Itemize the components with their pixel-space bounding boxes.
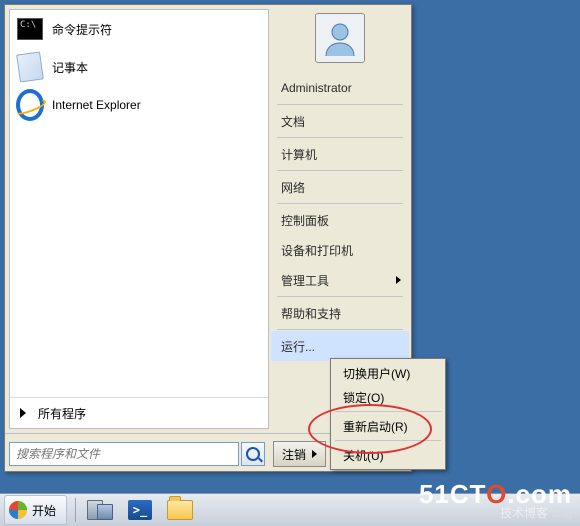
watermark: 51CTO.com 技术博客Blog xyxy=(419,481,572,520)
taskbar-explorer[interactable] xyxy=(160,496,200,524)
notepad-icon xyxy=(16,53,44,81)
menu-run[interactable]: 运行... xyxy=(271,331,409,361)
program-cmd[interactable]: 命令提示符 xyxy=(10,10,268,48)
all-programs-label: 所有程序 xyxy=(38,405,86,422)
program-ie[interactable]: Internet Explorer xyxy=(10,86,268,124)
menu-devices-printers[interactable]: 设备和打印机 xyxy=(271,235,409,265)
flyout-restart[interactable]: 重新启动(R) xyxy=(331,414,445,438)
triangle-right-icon xyxy=(20,408,26,418)
windows-logo-icon xyxy=(9,501,27,519)
all-programs[interactable]: 所有程序 xyxy=(10,397,268,428)
menu-computer[interactable]: 计算机 xyxy=(271,139,409,169)
taskbar-server-manager[interactable] xyxy=(80,496,120,524)
menu-help[interactable]: 帮助和支持 xyxy=(271,298,409,328)
flyout-shutdown[interactable]: 关机(U) xyxy=(331,443,445,467)
program-label: 记事本 xyxy=(52,59,88,76)
program-label: Internet Explorer xyxy=(52,98,141,112)
ie-icon xyxy=(16,91,44,119)
flyout-lock[interactable]: 锁定(O) xyxy=(331,385,445,409)
start-menu-programs-pane: 命令提示符 记事本 Internet Explorer 所有程序 xyxy=(9,9,269,429)
flyout-switch-user[interactable]: 切换用户(W) xyxy=(331,361,445,385)
chevron-right-icon xyxy=(312,450,317,458)
logoff-button[interactable]: 注销 xyxy=(273,441,326,467)
power-flyout: 切换用户(W) 锁定(O) 重新启动(R) 关机(U) xyxy=(330,358,446,470)
cmd-icon xyxy=(16,15,44,43)
menu-username[interactable]: Administrator xyxy=(271,73,409,103)
search-button[interactable] xyxy=(241,442,265,466)
user-avatar[interactable] xyxy=(315,13,365,63)
taskbar-powershell[interactable]: >_ xyxy=(120,496,160,524)
folder-icon xyxy=(167,500,193,520)
start-label: 开始 xyxy=(32,502,56,519)
search-icon xyxy=(246,447,260,461)
powershell-icon: >_ xyxy=(128,500,152,520)
logoff-label: 注销 xyxy=(282,446,306,463)
menu-admin-tools[interactable]: 管理工具 xyxy=(271,265,409,295)
menu-control-panel[interactable]: 控制面板 xyxy=(271,205,409,235)
server-icon xyxy=(87,500,113,520)
program-notepad[interactable]: 记事本 xyxy=(10,48,268,86)
menu-network[interactable]: 网络 xyxy=(271,172,409,202)
search-input[interactable] xyxy=(9,442,239,466)
chevron-right-icon xyxy=(396,276,401,284)
menu-documents[interactable]: 文档 xyxy=(271,106,409,136)
start-button[interactable]: 开始 xyxy=(4,495,67,525)
program-label: 命令提示符 xyxy=(52,21,112,38)
